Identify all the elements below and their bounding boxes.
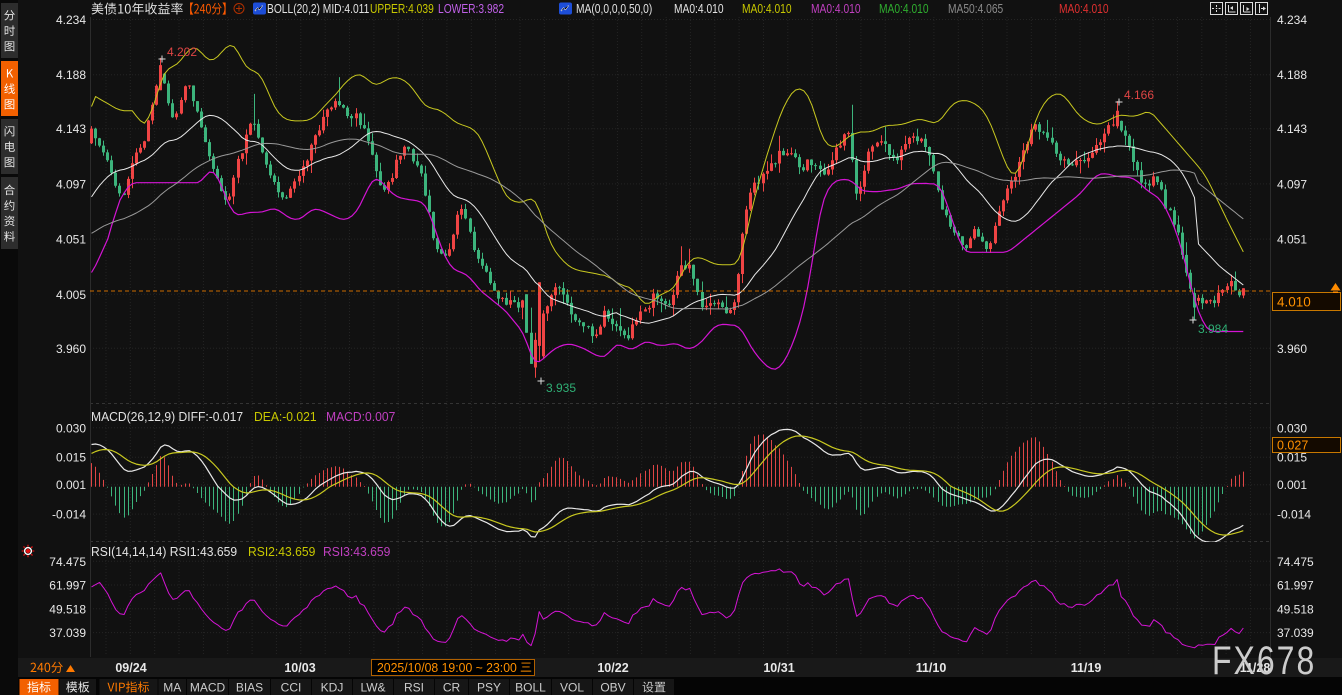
svg-text:74.475: 74.475 [49,555,86,569]
svg-text:CR: CR [443,681,461,695]
svg-text:PSY: PSY [477,681,501,695]
svg-text:RSI3:43.659: RSI3:43.659 [323,545,390,559]
svg-text:2025/10/08 19:00 ~ 23:00: 2025/10/08 19:00 ~ 23:00 [377,661,517,675]
svg-text:MA0:4.010: MA0:4.010 [811,3,861,16]
svg-text:0.001: 0.001 [56,478,86,492]
svg-text:4.166: 4.166 [1124,88,1154,102]
svg-text:VOL: VOL [560,681,584,695]
svg-text:-0.014: -0.014 [1277,508,1311,522]
svg-text:10/31: 10/31 [763,661,794,675]
svg-text:10/22: 10/22 [597,661,628,675]
svg-text:RSI(14,14,14) RSI1:43.659: RSI(14,14,14) RSI1:43.659 [91,545,237,559]
svg-text:49.518: 49.518 [1277,602,1314,616]
svg-text:11/10: 11/10 [916,661,947,675]
svg-text:MACD:0.007: MACD:0.007 [326,410,395,424]
svg-text:4.097: 4.097 [56,177,86,191]
svg-text:OBV: OBV [600,681,625,695]
svg-text:3.984: 3.984 [1198,322,1228,336]
svg-text:BIAS: BIAS [236,681,263,695]
svg-text:RSI: RSI [404,681,424,695]
svg-text:4.234: 4.234 [56,13,86,27]
svg-text:LW&: LW& [360,681,385,695]
svg-text:4.143: 4.143 [1277,122,1307,136]
svg-text:MACD(26,12,9) DIFF:-0.017: MACD(26,12,9) DIFF:-0.017 [91,410,243,424]
svg-text:MA(0,0,0,0,50,0): MA(0,0,0,0,50,0) [576,3,652,16]
svg-text:-0.014: -0.014 [52,508,86,522]
svg-text:0.015: 0.015 [56,451,86,465]
svg-text:MA0:4.010: MA0:4.010 [674,3,724,16]
svg-text:4.234: 4.234 [1277,13,1307,27]
svg-text:MA0:4.010: MA0:4.010 [879,3,929,16]
svg-text:3.960: 3.960 [1277,342,1307,356]
svg-text:0.030: 0.030 [56,421,86,435]
svg-text:LOWER:3.982: LOWER:3.982 [438,3,504,16]
svg-text:61.997: 61.997 [49,579,86,593]
svg-text:4.202: 4.202 [167,45,197,59]
svg-text:MA0:4.010: MA0:4.010 [742,3,792,16]
svg-text:4.188: 4.188 [1277,68,1307,82]
svg-text:74.475: 74.475 [1277,555,1314,569]
svg-text:4.051: 4.051 [56,233,86,247]
svg-text:09/24: 09/24 [115,661,146,675]
svg-text:0.027: 0.027 [1277,439,1308,453]
svg-text:UPPER:4.039: UPPER:4.039 [370,3,434,16]
svg-text:11/19: 11/19 [1071,661,1102,675]
svg-text:0.030: 0.030 [1277,421,1307,435]
svg-text:MACD: MACD [190,681,226,695]
svg-text:4.010: 4.010 [1277,295,1311,310]
svg-text:CCI: CCI [281,681,302,695]
svg-text:4.188: 4.188 [56,68,86,82]
svg-text:FX678: FX678 [1212,638,1316,683]
svg-text:37.039: 37.039 [49,626,86,640]
svg-text:MA0:4.010: MA0:4.010 [1059,3,1109,16]
svg-text:4.097: 4.097 [1277,177,1307,191]
svg-text:3.960: 3.960 [56,342,86,356]
svg-text:KDJ: KDJ [321,681,344,695]
svg-text:MA50:4.065: MA50:4.065 [948,3,1003,16]
svg-text:4.143: 4.143 [56,122,86,136]
svg-text:49.518: 49.518 [49,602,86,616]
svg-text:61.997: 61.997 [1277,579,1314,593]
svg-text:RSI2:43.659: RSI2:43.659 [248,545,315,559]
svg-text:0.001: 0.001 [1277,478,1307,492]
svg-text:10/03: 10/03 [284,661,315,675]
svg-text:BOLL: BOLL [515,681,546,695]
svg-text:4.005: 4.005 [56,288,86,302]
svg-text:MA: MA [163,681,181,695]
svg-text:DEA:-0.021: DEA:-0.021 [254,410,317,424]
svg-text:4.051: 4.051 [1277,233,1307,247]
svg-text:BOLL(20,2) MID:4.011: BOLL(20,2) MID:4.011 [267,3,369,16]
svg-text:3.935: 3.935 [546,381,576,395]
